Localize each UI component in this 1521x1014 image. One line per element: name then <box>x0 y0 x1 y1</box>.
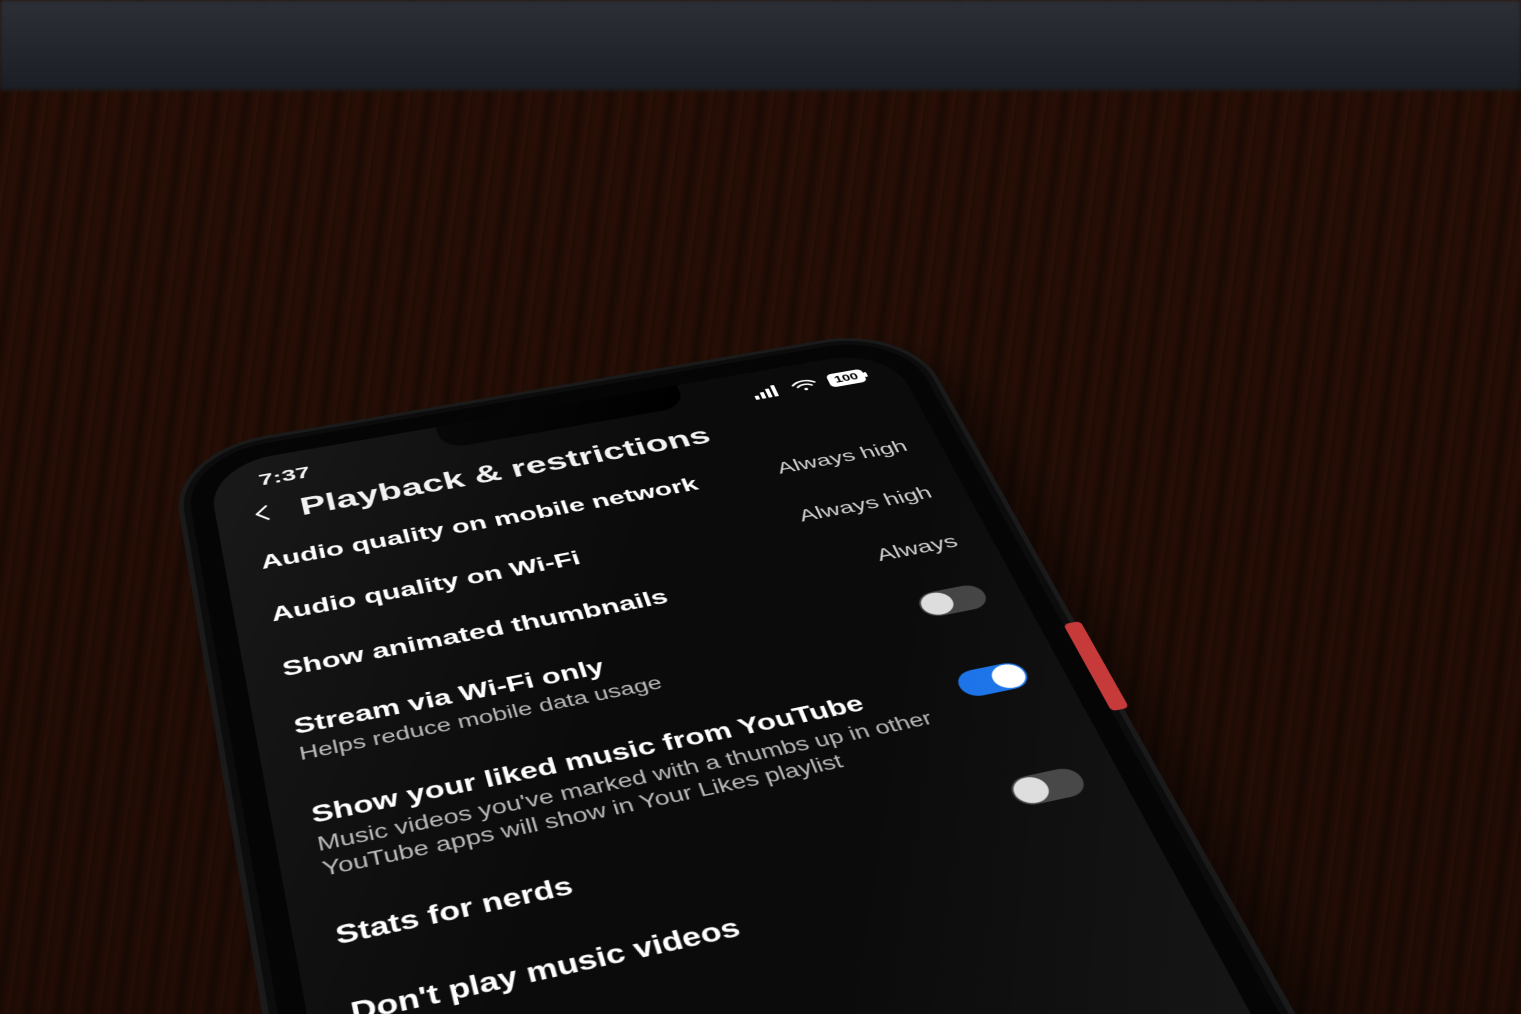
wifi-icon <box>788 377 820 393</box>
phone: 7:37 <box>182 333 1521 1014</box>
photo-scene: 7:37 <box>0 0 1521 1014</box>
toggle-knob <box>987 662 1030 691</box>
toggle-stream-wifi-only[interactable] <box>914 583 991 619</box>
desk-mat <box>0 0 1521 90</box>
row-value: Always high <box>773 436 911 478</box>
toggle-show-liked[interactable] <box>953 660 1033 699</box>
back-icon[interactable] <box>246 500 282 528</box>
phone-screen: 7:37 <box>206 349 1521 1014</box>
row-value: Always high <box>794 482 935 526</box>
toggle-knob <box>916 590 957 617</box>
row-value: Always <box>871 530 961 566</box>
toggle-stats-nerds[interactable] <box>1006 766 1090 809</box>
cellular-icon <box>750 384 782 400</box>
toggle-knob <box>1008 774 1054 806</box>
